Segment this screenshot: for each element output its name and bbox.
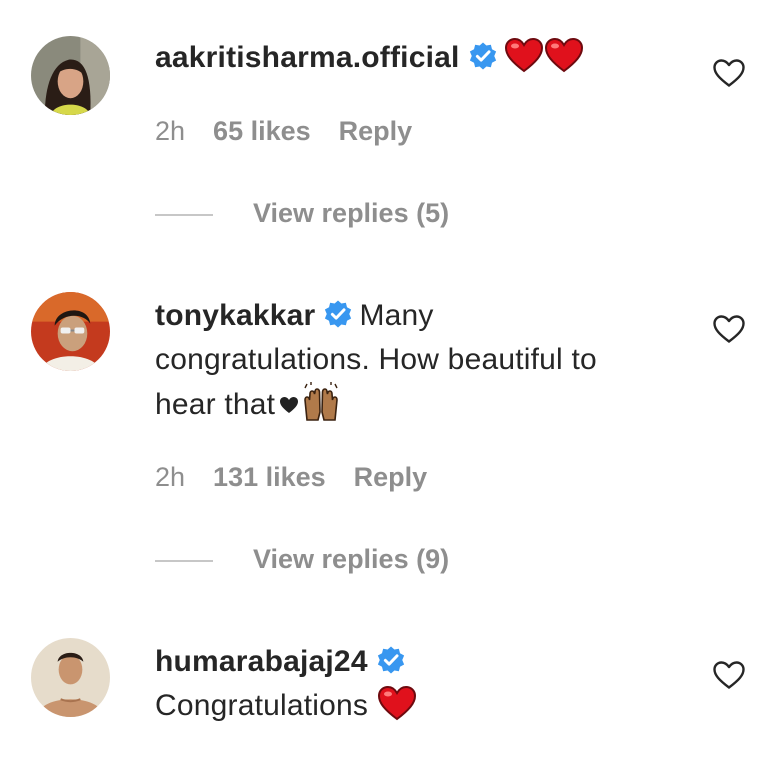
avatar-image-aakritisharma	[31, 36, 110, 115]
avatar-image-tonykakkar	[31, 292, 110, 371]
comment-text: congratulations. How beautiful to	[155, 343, 597, 376]
comment-likes[interactable]: 131 likes	[213, 462, 326, 492]
like-heart-outline-icon[interactable]	[712, 314, 746, 344]
view-replies-label: View replies (5)	[253, 198, 450, 228]
divider-line	[155, 559, 213, 562]
comment-meta: 2h 65 likes Reply	[155, 116, 440, 147]
view-replies-button[interactable]: View replies (5)	[155, 198, 449, 229]
red-heart-emoji-icon	[544, 37, 584, 73]
comment-time: 2h	[155, 116, 186, 146]
comment-text: Many	[359, 299, 434, 332]
avatar-image-humarabajaj24	[31, 638, 110, 717]
divider-line	[155, 213, 213, 216]
comment-likes[interactable]: 65 likes	[213, 116, 311, 146]
like-heart-outline-icon[interactable]	[712, 660, 746, 690]
comment-username[interactable]: aakritisharma.official	[155, 41, 460, 74]
avatar[interactable]	[31, 292, 110, 371]
reply-button[interactable]: Reply	[354, 462, 428, 492]
avatar[interactable]	[31, 638, 110, 717]
comment-text: hear that	[155, 388, 276, 421]
reply-button[interactable]: Reply	[339, 116, 413, 146]
comment-meta: 2h 131 likes Reply	[155, 462, 455, 493]
verified-badge-icon	[323, 299, 353, 329]
red-heart-emoji-icon	[504, 37, 544, 73]
comment-username[interactable]: tonykakkar	[155, 299, 315, 332]
comment-text: Congratulations	[155, 689, 369, 722]
view-replies-label: View replies (9)	[253, 544, 450, 574]
verified-badge-icon	[376, 645, 406, 675]
avatar[interactable]	[31, 36, 110, 115]
like-heart-outline-icon[interactable]	[712, 58, 746, 88]
view-replies-button[interactable]: View replies (9)	[155, 544, 449, 575]
red-heart-emoji-icon	[377, 685, 417, 721]
comment-time: 2h	[155, 462, 186, 492]
black-heart-emoji-icon	[279, 396, 299, 414]
comment-username[interactable]: humarabajaj24	[155, 645, 368, 678]
raising-hands-emoji-icon	[299, 382, 343, 422]
comments-list: aakritisharma.official 2h 65 likes Reply V…	[0, 0, 768, 768]
verified-badge-icon	[468, 41, 498, 71]
